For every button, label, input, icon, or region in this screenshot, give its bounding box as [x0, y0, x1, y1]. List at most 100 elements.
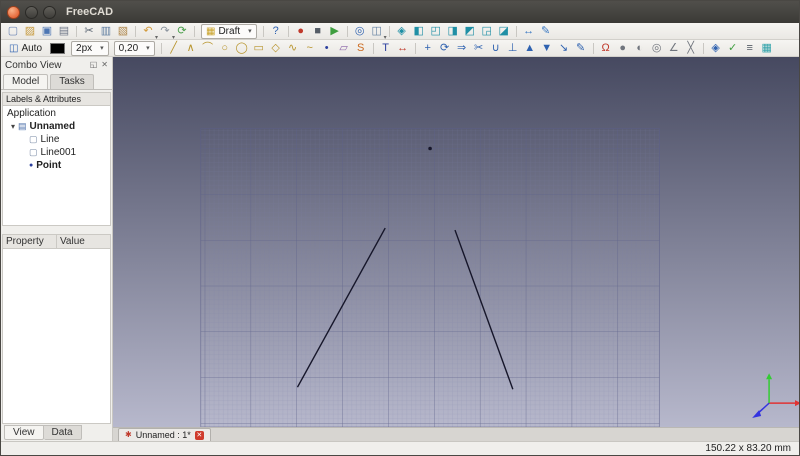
snap-master-icon[interactable]: Ω — [598, 41, 614, 56]
property-table-body[interactable] — [2, 249, 111, 424]
snap-intersection-icon[interactable]: ╳ — [683, 41, 699, 56]
draft-text-icon[interactable]: T — [378, 41, 394, 56]
tree-item-application[interactable]: Application — [3, 107, 110, 120]
draft-downgrade-icon[interactable]: ▼ — [539, 41, 555, 56]
draft-edit-icon[interactable]: ✎ — [573, 41, 589, 56]
annotation-icon[interactable]: ✎ — [538, 24, 554, 39]
fit-all-icon[interactable]: ◎ — [352, 24, 368, 39]
open-folder-icon[interactable]: ▨ — [22, 24, 38, 39]
property-column-header[interactable]: Property — [2, 234, 57, 249]
view-bottom-icon[interactable]: ◲ — [479, 24, 495, 39]
working-plane-icon: ◫ — [9, 42, 19, 54]
freecad-document-icon: ✱ — [125, 430, 132, 439]
save-icon[interactable]: ▣ — [39, 24, 55, 39]
layer-manager-icon[interactable]: ≡ — [742, 41, 758, 56]
draft-grid — [200, 128, 660, 427]
draft-bezier-icon[interactable]: ~ — [302, 41, 318, 56]
x-axis-arrow-icon — [795, 400, 799, 407]
workbench-selector[interactable]: ▦ Draft ▾ — [201, 23, 257, 39]
macro-stop-icon[interactable]: ■ — [310, 24, 326, 39]
tree-item-document[interactable]: ▾ ▤ Unnamed — [3, 120, 110, 133]
draft-circle-icon[interactable]: ○ — [217, 41, 233, 56]
panel-splitter[interactable] — [1, 226, 112, 234]
draft-trimex-icon[interactable]: ✂ — [471, 41, 487, 56]
draft-facebinder-icon[interactable]: ▱ — [336, 41, 352, 56]
window-title: FreeCAD — [66, 6, 114, 18]
line-color-swatch[interactable] — [50, 42, 66, 54]
tree-item-line001[interactable]: ▢ Line001 — [3, 146, 110, 159]
redo-icon[interactable]: ↷ ▾ — [157, 24, 175, 41]
float-panel-icon[interactable]: ◱ — [90, 61, 98, 69]
macro-record-icon[interactable]: ● — [293, 24, 309, 39]
chevron-down-icon: ▾ — [146, 45, 150, 52]
draft-move-icon[interactable]: + — [420, 41, 436, 56]
draft-polygon-icon[interactable]: ◇ — [268, 41, 284, 56]
view-isometric-icon[interactable]: ◈ — [394, 24, 410, 39]
view-top-icon[interactable]: ◰ — [428, 24, 444, 39]
value-column-header[interactable]: Value — [57, 234, 111, 249]
toggle-construction-mode-icon[interactable]: ◈ — [708, 41, 724, 56]
macro-play-icon[interactable]: ▶ — [327, 24, 343, 39]
cut-icon[interactable]: ✂ — [81, 24, 97, 39]
paste-icon[interactable]: ▧ — [115, 24, 131, 39]
draft-dimension-icon[interactable]: ↔ — [395, 41, 411, 56]
line-width-select[interactable]: 2px ▾ — [71, 40, 109, 56]
draw-style-icon[interactable]: ◫ ▾ — [369, 24, 386, 41]
window-minimize-button[interactable] — [25, 5, 38, 19]
main-area: Combo View ◱ ✕ Model Tasks Labels & Attr… — [1, 57, 799, 441]
close-panel-icon[interactable]: ✕ — [101, 61, 108, 69]
draft-scale-icon[interactable]: ↘ — [556, 41, 572, 56]
document-tab[interactable]: ✱ Unnamed : 1* ✕ — [118, 428, 211, 441]
close-tab-icon[interactable]: ✕ — [194, 430, 204, 440]
draft-toolbar: ◫ Auto 2px ▾ 0,20 ▾ ╱ ∧ ⌒ ○ ◯ ▭ ◇ ∿ ~ • ▱ S T ↔ + ⟳ ⇒ ✂ ∪ ⊥… — [1, 40, 799, 57]
window-maximize-button[interactable] — [43, 5, 56, 19]
refresh-icon[interactable]: ⟳ — [174, 24, 190, 39]
toolbar-separator — [262, 25, 264, 37]
expander-down-icon[interactable]: ▾ — [11, 122, 15, 131]
toggle-grid-icon[interactable]: ▦ — [759, 41, 775, 56]
measure-distance-icon[interactable]: ↔ — [521, 24, 537, 39]
tab-model[interactable]: Model — [3, 74, 49, 89]
snap-angle-icon[interactable]: ∠ — [666, 41, 682, 56]
view-front-icon[interactable]: ◧ — [411, 24, 427, 39]
draft-arc-icon[interactable]: ⌒ — [200, 41, 216, 56]
toolbar-separator — [388, 25, 390, 37]
draft-line-icon[interactable]: ╱ — [166, 41, 182, 56]
snap-midpoint-icon[interactable]: ◐ — [632, 41, 648, 56]
print-icon[interactable]: ▤ — [56, 24, 72, 39]
tree-item-line[interactable]: ▢ Line — [3, 133, 110, 146]
draft-rectangle-icon[interactable]: ▭ — [251, 41, 267, 56]
view-rear-icon[interactable]: ◩ — [462, 24, 478, 39]
apply-current-style-icon[interactable]: ✓ — [725, 41, 741, 56]
new-document-icon[interactable]: ▢ — [5, 24, 21, 39]
view-right-icon[interactable]: ◨ — [445, 24, 461, 39]
3d-viewport[interactable] — [113, 57, 799, 427]
draft-point-icon[interactable]: • — [319, 41, 335, 56]
draft-upgrade-icon[interactable]: ▲ — [522, 41, 538, 56]
tab-data[interactable]: Data — [43, 425, 82, 440]
tab-view[interactable]: View — [4, 425, 44, 440]
draft-polyline-icon[interactable]: ∧ — [183, 41, 199, 56]
snap-endpoint-icon[interactable]: ● — [615, 41, 631, 56]
draft-rotate-icon[interactable]: ⟳ — [437, 41, 453, 56]
undo-icon[interactable]: ↶ ▾ — [140, 24, 158, 41]
tab-tasks[interactable]: Tasks — [50, 74, 94, 89]
working-plane-button[interactable]: ◫ Auto — [5, 41, 46, 56]
draft-point-geometry[interactable] — [428, 146, 432, 151]
draft-bspline-icon[interactable]: ∿ — [285, 41, 301, 56]
draft-join-icon[interactable]: ∪ — [488, 41, 504, 56]
window-close-button[interactable] — [7, 5, 20, 19]
view-left-icon[interactable]: ◪ — [496, 24, 512, 39]
tree-item-point[interactable]: ● Point — [3, 159, 110, 172]
snap-center-icon[interactable]: ◎ — [649, 41, 665, 56]
working-plane-label: Auto — [21, 42, 43, 54]
freecad-window: FreeCAD ▢ ▨ ▣ ▤ ✂ ▥ ▧ ↶ ▾ ↷ ▾ ⟳ ▦ Draft ▾ ? ● ■ ▶ ◎ ◫ ▾ ◈ ◧… — [0, 0, 800, 456]
whats-this-icon[interactable]: ? — [268, 24, 284, 39]
draft-split-icon[interactable]: ⊥ — [505, 41, 521, 56]
copy-icon[interactable]: ▥ — [98, 24, 114, 39]
draft-ellipse-icon[interactable]: ◯ — [234, 41, 250, 56]
toolbar-separator — [135, 25, 136, 37]
draft-offset-icon[interactable]: ⇒ — [454, 41, 470, 56]
text-scale-select[interactable]: 0,20 ▾ — [113, 40, 155, 56]
draft-shapestring-icon[interactable]: S — [353, 41, 369, 56]
